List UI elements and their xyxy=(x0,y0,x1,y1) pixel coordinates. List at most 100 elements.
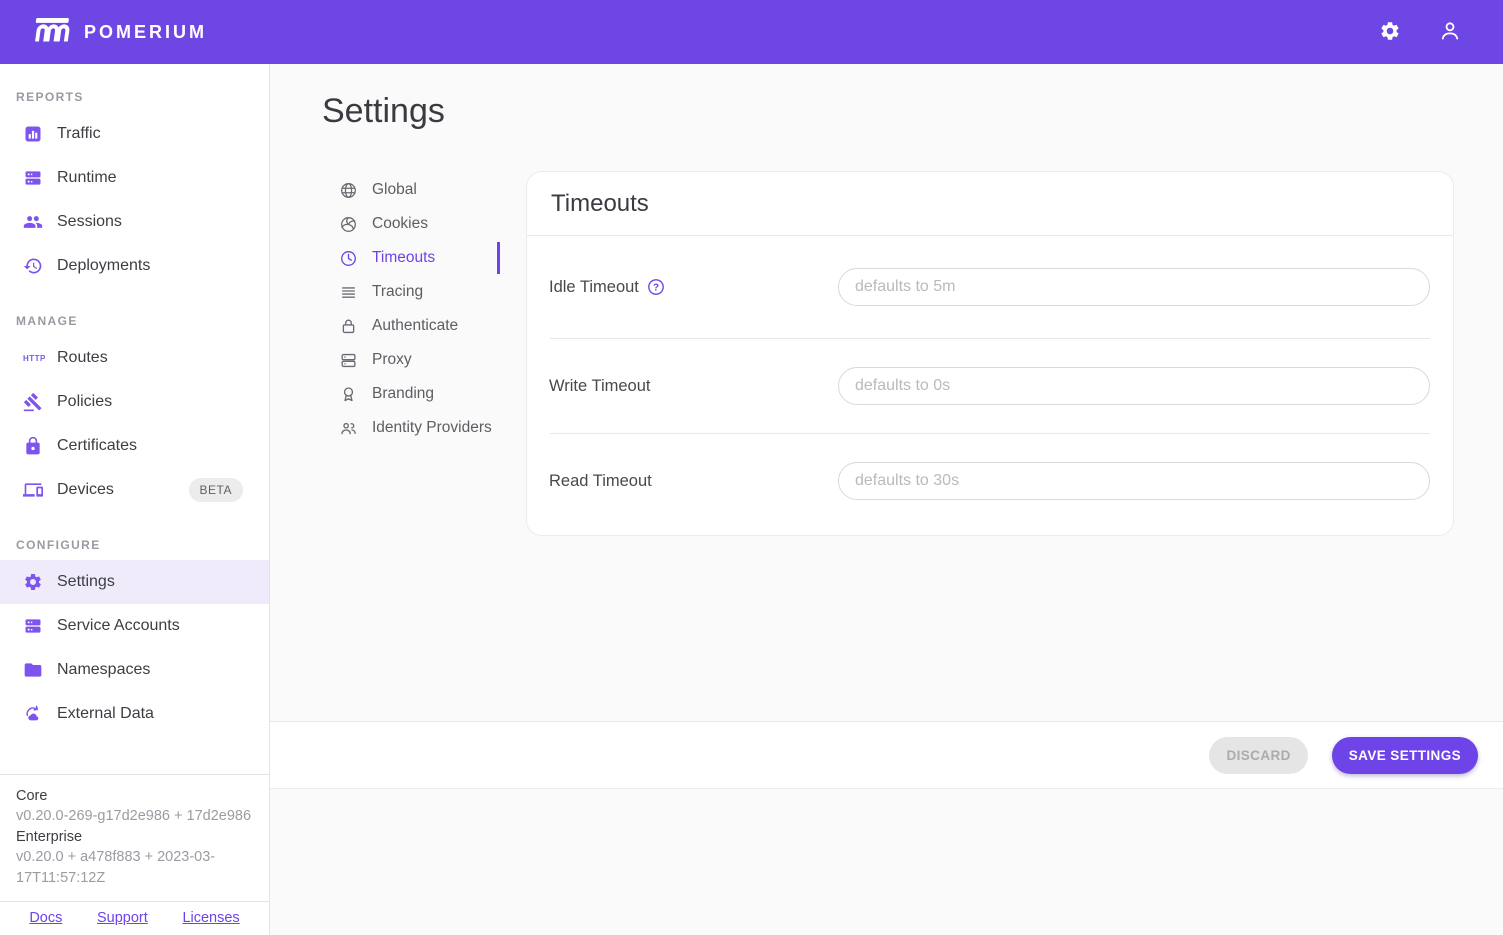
settings-subnav: Global Cookies Timeouts xyxy=(330,173,500,536)
sidebar-item-service-accounts[interactable]: Service Accounts xyxy=(0,604,269,648)
tab-tracing[interactable]: Tracing xyxy=(330,275,500,309)
main-content: Settings Global Cookies xyxy=(270,64,1503,935)
core-label: Core xyxy=(16,786,253,807)
globe-icon xyxy=(339,181,358,200)
card-title: Timeouts xyxy=(527,172,1453,235)
sidebar-item-label: Runtime xyxy=(57,169,117,187)
discard-button[interactable]: DISCARD xyxy=(1209,737,1307,774)
tab-label: Branding xyxy=(372,385,434,403)
tab-label: Global xyxy=(372,181,417,199)
routes-http-icon: HTTP xyxy=(23,354,43,363)
page-title: Settings xyxy=(322,89,1503,133)
timeouts-card: Timeouts Idle Timeout ? Write Timeout xyxy=(526,171,1454,536)
external-data-icon xyxy=(23,704,43,724)
sidebar-item-routes[interactable]: HTTP Routes xyxy=(0,336,269,380)
idle-timeout-label: Idle Timeout ? xyxy=(549,278,838,297)
top-bar: POMERIUM xyxy=(0,0,1503,64)
brand: POMERIUM xyxy=(26,13,207,52)
footer-links: Docs Support Licenses xyxy=(0,901,269,935)
brand-name: POMERIUM xyxy=(84,22,207,43)
certificates-lock-icon xyxy=(23,436,43,456)
settings-gear-icon xyxy=(23,572,43,592)
tab-label: Tracing xyxy=(372,283,423,301)
tab-label: Cookies xyxy=(372,215,428,233)
tab-branding[interactable]: Branding xyxy=(330,377,500,411)
section-label-manage: MANAGE xyxy=(16,314,253,328)
sidebar-item-sessions[interactable]: Sessions xyxy=(0,200,269,244)
section-label-configure: CONFIGURE xyxy=(16,538,253,552)
sidebar-item-settings[interactable]: Settings xyxy=(0,560,269,604)
traffic-chart-icon xyxy=(23,124,43,144)
write-timeout-input[interactable] xyxy=(838,367,1430,405)
policies-gavel-icon xyxy=(23,392,43,412)
sessions-people-icon xyxy=(23,212,43,232)
enterprise-label: Enterprise xyxy=(16,827,253,848)
tab-authenticate[interactable]: Authenticate xyxy=(330,309,500,343)
sidebar-item-certificates[interactable]: Certificates xyxy=(0,424,269,468)
read-timeout-row: Read Timeout xyxy=(527,434,1453,528)
lock-outline-icon xyxy=(339,317,358,336)
tab-timeouts[interactable]: Timeouts xyxy=(330,241,500,275)
pomerium-logo-icon xyxy=(26,13,72,52)
sidebar-item-label: Policies xyxy=(57,393,112,411)
branding-ribbon-icon xyxy=(339,385,358,404)
sidebar-item-label: Deployments xyxy=(57,257,150,275)
help-icon[interactable]: ? xyxy=(647,278,665,296)
devices-icon xyxy=(23,480,43,500)
runtime-storage-icon xyxy=(23,168,43,188)
deployments-history-icon xyxy=(23,256,43,276)
sidebar-footer: Core v0.20.0-269-g17d2e986 + 17d2e986 En… xyxy=(0,774,269,935)
sidebar-item-label: Traffic xyxy=(57,125,101,143)
sidebar-item-label: Sessions xyxy=(57,213,122,231)
user-icon xyxy=(1438,19,1462,46)
idle-timeout-row: Idle Timeout ? xyxy=(527,236,1453,338)
sidebar-item-label: Devices xyxy=(57,481,114,499)
sidebar-item-namespaces[interactable]: Namespaces xyxy=(0,648,269,692)
sidebar-item-traffic[interactable]: Traffic xyxy=(0,112,269,156)
namespaces-folder-icon xyxy=(23,660,43,680)
sidebar-item-label: Routes xyxy=(57,349,108,367)
write-timeout-label: Write Timeout xyxy=(549,377,838,396)
tab-global[interactable]: Global xyxy=(330,173,500,207)
identity-providers-icon xyxy=(339,419,358,438)
sidebar-item-external-data[interactable]: External Data xyxy=(0,692,269,736)
sidebar-item-label: Certificates xyxy=(57,437,137,455)
sidebar-item-label: Namespaces xyxy=(57,661,150,679)
section-label-reports: REPORTS xyxy=(16,90,253,104)
sidebar-item-label: Service Accounts xyxy=(57,617,180,635)
sidebar-item-label: Settings xyxy=(57,573,115,591)
tab-label: Identity Providers xyxy=(372,419,492,437)
header-user-button[interactable] xyxy=(1437,19,1463,45)
tab-cookies[interactable]: Cookies xyxy=(330,207,500,241)
sidebar-nav: REPORTS Traffic Runtime Sessions xyxy=(0,64,269,774)
read-timeout-label: Read Timeout xyxy=(549,472,838,491)
sidebar-item-devices[interactable]: Devices BETA xyxy=(0,468,269,512)
cookies-icon xyxy=(339,215,358,234)
service-accounts-icon xyxy=(23,616,43,636)
read-timeout-input[interactable] xyxy=(838,462,1430,500)
sidebar: REPORTS Traffic Runtime Sessions xyxy=(0,64,270,935)
action-bar: DISCARD SAVE SETTINGS xyxy=(270,721,1503,789)
licenses-link[interactable]: Licenses xyxy=(182,910,239,926)
proxy-server-icon xyxy=(339,351,358,370)
save-settings-button[interactable]: SAVE SETTINGS xyxy=(1332,737,1478,774)
core-version: v0.20.0-269-g17d2e986 + 17d2e986 xyxy=(16,806,253,827)
tab-identity-providers[interactable]: Identity Providers xyxy=(330,411,500,445)
tab-label: Timeouts xyxy=(372,249,435,267)
sidebar-item-policies[interactable]: Policies xyxy=(0,380,269,424)
tab-label: Proxy xyxy=(372,351,412,369)
write-timeout-row: Write Timeout xyxy=(527,339,1453,433)
support-link[interactable]: Support xyxy=(97,910,148,926)
docs-link[interactable]: Docs xyxy=(29,910,62,926)
enterprise-version: v0.20.0 + a478f883 + 2023-03-17T11:57:12… xyxy=(16,847,253,888)
settings-gear-icon xyxy=(1379,20,1401,45)
header-settings-button[interactable] xyxy=(1377,19,1403,45)
sidebar-item-deployments[interactable]: Deployments xyxy=(0,244,269,288)
tab-proxy[interactable]: Proxy xyxy=(330,343,500,377)
svg-text:?: ? xyxy=(653,283,659,294)
idle-timeout-input[interactable] xyxy=(838,268,1430,306)
tab-label: Authenticate xyxy=(372,317,458,335)
version-info: Core v0.20.0-269-g17d2e986 + 17d2e986 En… xyxy=(0,775,269,902)
sidebar-item-runtime[interactable]: Runtime xyxy=(0,156,269,200)
beta-badge: BETA xyxy=(189,478,243,502)
